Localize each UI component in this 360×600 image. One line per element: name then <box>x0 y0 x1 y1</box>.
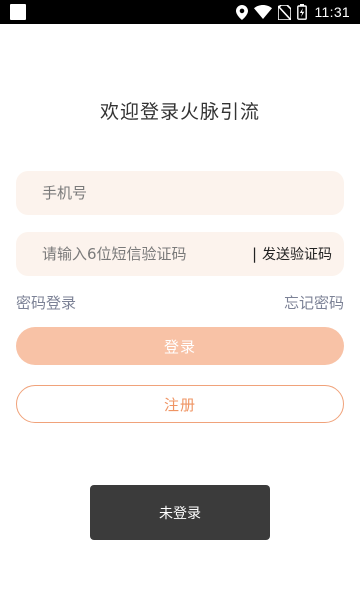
wifi-icon <box>253 5 272 19</box>
password-login-link[interactable]: 密码登录 <box>16 292 76 313</box>
login-button[interactable]: 登录 <box>16 327 344 365</box>
code-separator: | <box>251 245 257 263</box>
no-sim-icon <box>277 4 291 20</box>
status-time: 11:31 <box>314 4 350 20</box>
notification-square-icon <box>10 4 26 20</box>
forgot-password-link[interactable]: 忘记密码 <box>284 292 344 313</box>
battery-charging-icon <box>296 4 307 20</box>
page-title: 欢迎登录火脉引流 <box>99 101 260 123</box>
sms-code-field: | 发送验证码 <box>16 232 344 276</box>
send-code-button[interactable]: 发送验证码 <box>262 244 344 264</box>
sms-code-input[interactable] <box>42 232 252 276</box>
login-options-row: 密码登录 忘记密码 <box>16 292 344 313</box>
phone-input[interactable] <box>42 171 344 215</box>
register-button[interactable]: 注册 <box>16 385 344 423</box>
toast-message: 未登录 <box>90 485 270 540</box>
phone-field <box>16 171 344 215</box>
location-icon <box>235 4 248 20</box>
status-bar: 11:31 <box>0 0 360 24</box>
